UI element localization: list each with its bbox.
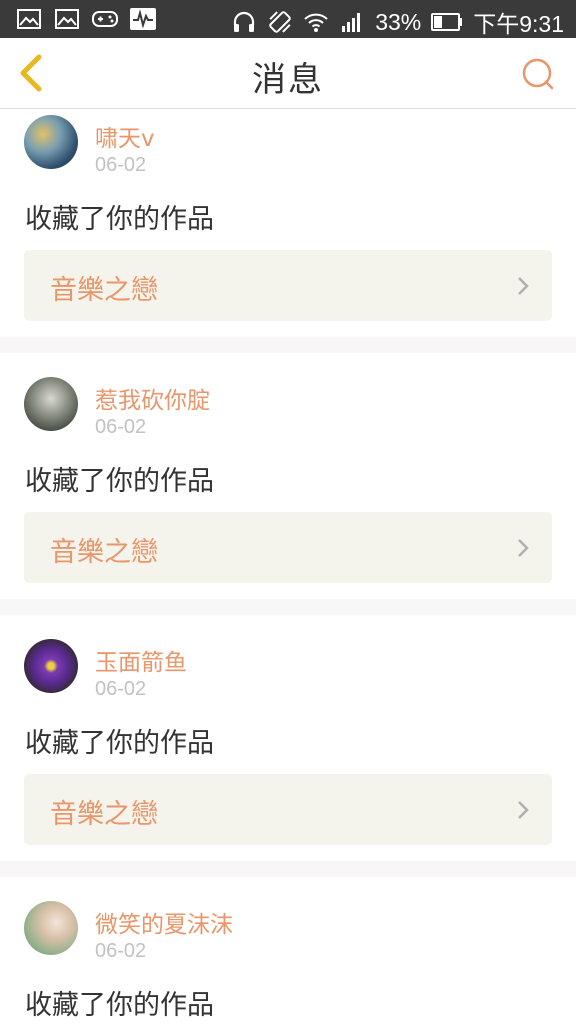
message-card: 啸天v 06-02 收藏了你的作品 音樂之戀 [0, 109, 576, 337]
work-link[interactable]: 音樂之戀 [24, 774, 552, 845]
message-card: 惹我砍你腚 06-02 收藏了你的作品 音樂之戀 [0, 353, 576, 599]
message-date: 06-02 [95, 154, 147, 176]
action-text: 收藏了你的作品 [25, 204, 214, 235]
message-date: 06-02 [95, 678, 147, 700]
divider [0, 337, 576, 353]
battery-icon [431, 10, 463, 34]
message-date: 06-02 [95, 416, 147, 438]
action-text: 收藏了你的作品 [25, 990, 214, 1021]
message-card: 微笑的夏沫沫 06-02 收藏了你的作品 [0, 877, 576, 1024]
signal-icon [339, 10, 365, 34]
chevron-right-icon [518, 277, 529, 295]
work-title: 音樂之戀 [50, 799, 158, 830]
avatar[interactable] [24, 115, 78, 169]
message-card: 玉面箭鱼 06-02 收藏了你的作品 音樂之戀 [0, 615, 576, 861]
page-title: 消息 [252, 60, 324, 100]
vibrate-icon [267, 10, 293, 34]
wifi-icon [303, 10, 329, 34]
avatar[interactable] [24, 377, 78, 431]
divider [0, 861, 576, 877]
username[interactable]: 玉面箭鱼 [95, 643, 187, 677]
gamepad-icon [92, 7, 118, 31]
divider [0, 599, 576, 615]
avatar[interactable] [24, 901, 78, 955]
chevron-right-icon [518, 801, 529, 819]
work-link[interactable]: 音樂之戀 [24, 512, 552, 583]
chevron-right-icon [518, 539, 529, 557]
action-text: 收藏了你的作品 [25, 728, 214, 759]
work-title: 音樂之戀 [50, 537, 158, 568]
work-link[interactable]: 音樂之戀 [24, 250, 552, 321]
action-text: 收藏了你的作品 [25, 466, 214, 497]
search-button[interactable] [518, 54, 558, 94]
status-bar: 33% 下午9:31 [0, 0, 576, 38]
app-header: 消息 [0, 38, 576, 109]
username[interactable]: 微笑的夏沫沫 [95, 905, 233, 939]
headphones-icon [231, 10, 257, 34]
image-icon [54, 7, 80, 31]
message-date: 06-02 [95, 940, 147, 962]
search-icon [522, 58, 554, 90]
message-list[interactable]: 啸天v 06-02 收藏了你的作品 音樂之戀 惹我砍你腚 06-02 收藏了你的… [0, 109, 576, 1024]
username[interactable]: 惹我砍你腚 [95, 381, 210, 415]
work-title: 音樂之戀 [50, 275, 158, 306]
avatar[interactable] [24, 639, 78, 693]
battery-percentage: 33% [375, 8, 422, 35]
username[interactable]: 啸天v [95, 119, 155, 153]
activity-icon [130, 7, 156, 31]
clock: 下午9:31 [473, 11, 564, 37]
image-icon [16, 7, 42, 31]
